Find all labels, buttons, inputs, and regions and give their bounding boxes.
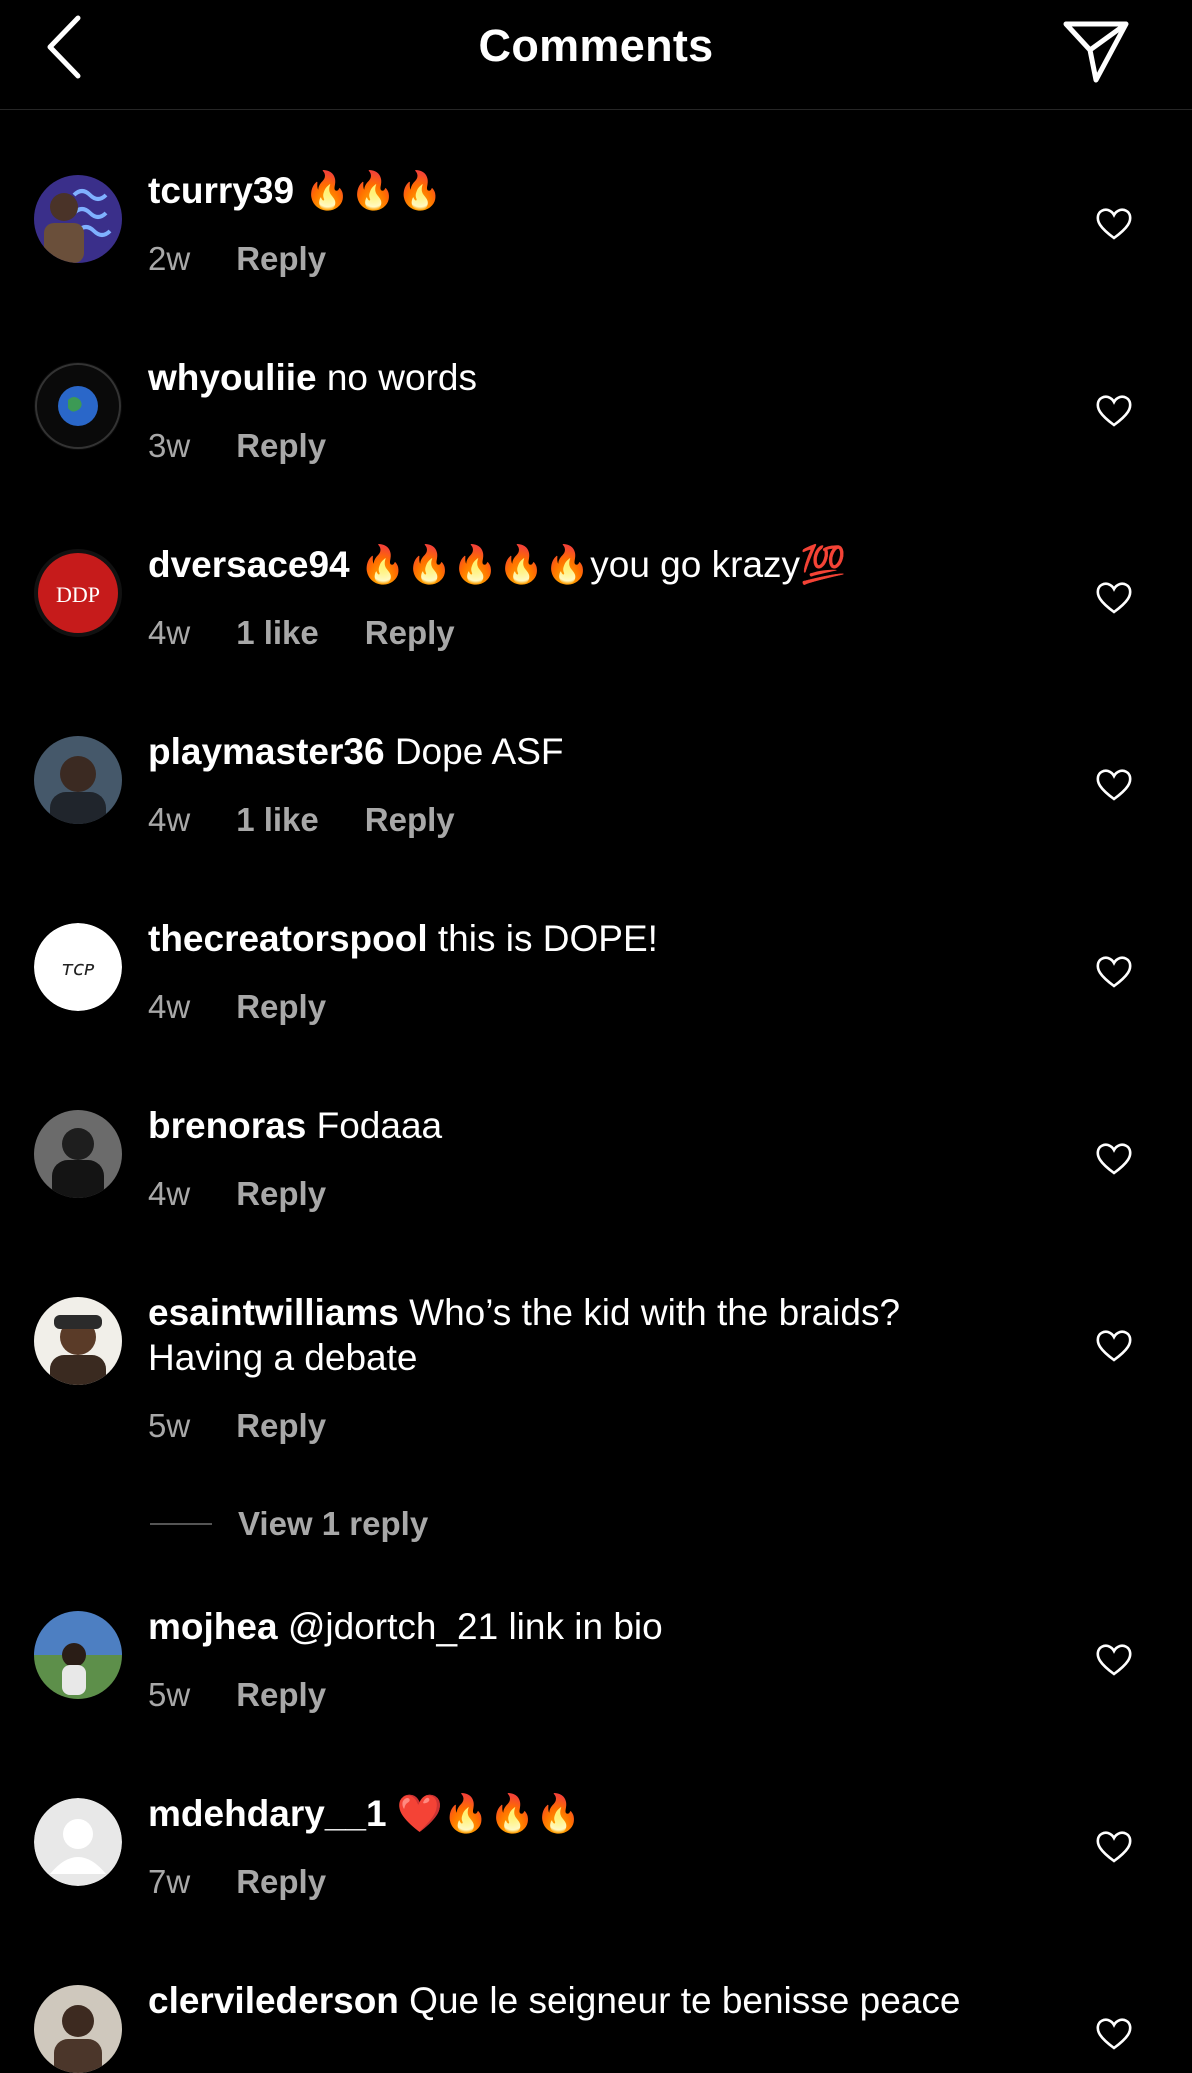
comment-username[interactable]: thecreatorspool bbox=[148, 918, 428, 959]
view-replies-label: View 1 reply bbox=[238, 1505, 429, 1542]
comment-age: 5w bbox=[148, 1407, 191, 1444]
avatar[interactable]: ᴛᴄᴘ bbox=[34, 923, 122, 1011]
share-button[interactable] bbox=[1060, 14, 1132, 86]
comment-text: Fodaaa bbox=[306, 1105, 443, 1146]
likes-count[interactable]: 1 like bbox=[236, 801, 319, 839]
reply-button[interactable]: Reply bbox=[365, 801, 455, 839]
likes-count[interactable]: 1 like bbox=[236, 614, 319, 652]
comment-age: 4w bbox=[148, 801, 191, 838]
reply-button[interactable]: Reply bbox=[236, 427, 326, 465]
reply-button[interactable]: Reply bbox=[236, 1676, 326, 1714]
comment-text: Que le seigneur te benisse peace bbox=[398, 1980, 961, 2021]
comment-username[interactable]: brenoras bbox=[148, 1105, 306, 1146]
avatar[interactable] bbox=[34, 1798, 122, 1886]
page-title: Comments bbox=[478, 20, 714, 71]
heart-icon[interactable] bbox=[1095, 955, 1133, 989]
avatar[interactable] bbox=[34, 1611, 122, 1699]
reply-button[interactable]: Reply bbox=[236, 240, 326, 278]
comment-username[interactable]: playmaster36 bbox=[148, 731, 385, 772]
comment-age: 4w bbox=[148, 1175, 191, 1212]
avatar-badge: ᴛᴄᴘ bbox=[61, 956, 95, 980]
comment-age: 5w bbox=[148, 1676, 191, 1713]
heart-icon[interactable] bbox=[1095, 581, 1133, 615]
heart-icon[interactable] bbox=[1095, 768, 1133, 802]
heart-icon[interactable] bbox=[1095, 207, 1133, 241]
avatar[interactable] bbox=[34, 1985, 122, 2073]
comment-username[interactable]: clervilederson bbox=[148, 1980, 399, 2021]
heart-icon[interactable] bbox=[1095, 1643, 1133, 1677]
comment-text: @jdortch_21 link in bio bbox=[277, 1606, 663, 1647]
comment-age: 4w bbox=[148, 988, 191, 1025]
reply-button[interactable]: Reply bbox=[236, 1863, 326, 1901]
header-bar: Comments bbox=[0, 0, 1192, 110]
comment-username[interactable]: mdehdary__1 bbox=[148, 1793, 387, 1834]
heart-icon[interactable] bbox=[1095, 2017, 1133, 2051]
comment-text: 🔥🔥🔥 bbox=[294, 170, 443, 211]
avatar[interactable] bbox=[34, 362, 122, 450]
comment-age: 2w bbox=[148, 240, 191, 277]
comment-age: 7w bbox=[148, 1863, 191, 1900]
heart-icon[interactable] bbox=[1095, 1142, 1133, 1176]
comment-username[interactable]: mojhea bbox=[148, 1606, 278, 1647]
avatar-badge: DDP bbox=[56, 582, 100, 607]
comment-username[interactable]: whyouliie bbox=[148, 357, 317, 398]
heart-icon[interactable] bbox=[1095, 394, 1133, 428]
comment-age: 4w bbox=[148, 614, 191, 651]
comment-text: 🔥🔥🔥🔥🔥you go krazy💯 bbox=[349, 544, 847, 585]
heart-icon[interactable] bbox=[1095, 1329, 1133, 1363]
comment-text: ❤️🔥🔥🔥 bbox=[386, 1793, 582, 1834]
avatar[interactable]: DDP bbox=[34, 549, 122, 637]
avatar[interactable] bbox=[34, 736, 122, 824]
heart-icon[interactable] bbox=[1095, 1830, 1133, 1864]
comment-username[interactable]: tcurry39 bbox=[148, 170, 294, 211]
paper-plane-icon bbox=[1063, 21, 1129, 83]
comment-text: Dope ASF bbox=[384, 731, 564, 772]
comment-username[interactable]: dversace94 bbox=[148, 544, 350, 585]
avatar[interactable] bbox=[34, 1297, 122, 1385]
comment-text: this is DOPE! bbox=[427, 918, 658, 959]
reply-button[interactable]: Reply bbox=[236, 988, 326, 1026]
comment-username[interactable]: esaintwilliams bbox=[148, 1292, 399, 1333]
comment-text: no words bbox=[316, 357, 477, 398]
comment-age: 3w bbox=[148, 427, 191, 464]
view-replies-button[interactable]: View 1 reply bbox=[150, 1505, 428, 1543]
reply-button[interactable]: Reply bbox=[236, 1175, 326, 1213]
reply-button[interactable]: Reply bbox=[236, 1407, 326, 1445]
reply-button[interactable]: Reply bbox=[365, 614, 455, 652]
replies-divider bbox=[150, 1523, 212, 1525]
avatar[interactable] bbox=[34, 175, 122, 263]
avatar[interactable] bbox=[34, 1110, 122, 1198]
